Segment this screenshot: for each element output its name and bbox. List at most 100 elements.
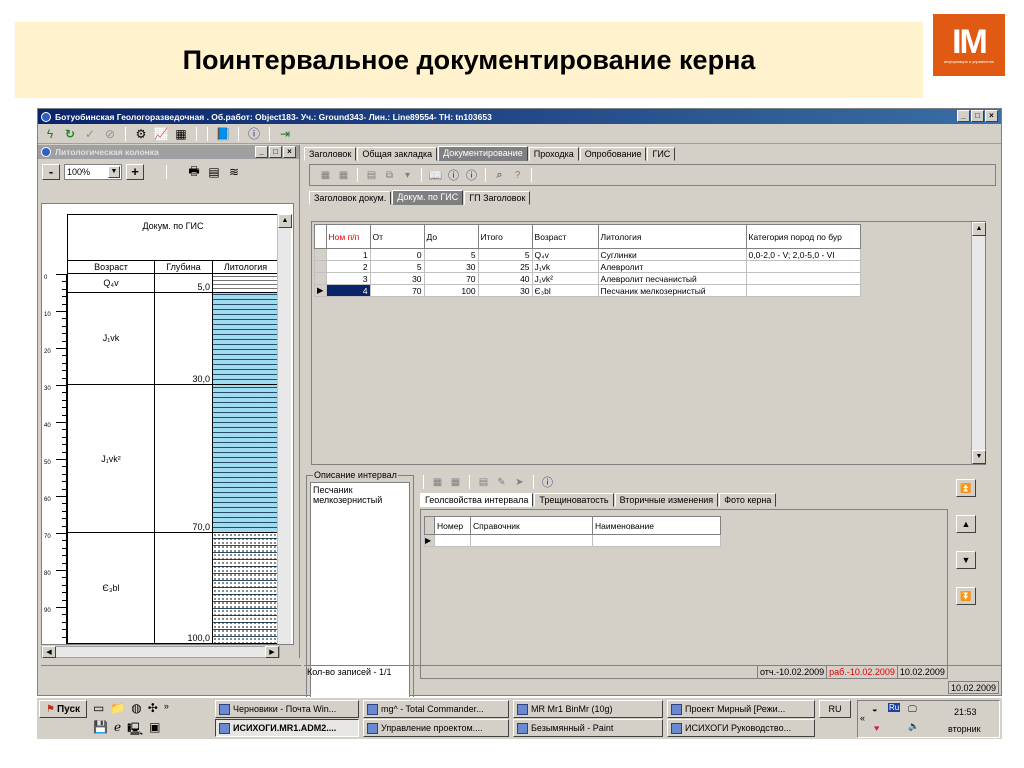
heart-icon[interactable]: ♥ bbox=[874, 723, 879, 733]
window-titlebar[interactable]: Ботуобинская Геологоразведочная . Об.раб… bbox=[38, 109, 1001, 124]
network-icon[interactable]: ◒ bbox=[872, 704, 877, 714]
tab-документирование[interactable]: Документирование bbox=[438, 146, 528, 161]
info-icon[interactable]: ⓘ bbox=[540, 476, 555, 489]
taskbar-task[interactable]: Черновики - Почта Win... bbox=[215, 700, 359, 718]
detail-tab-трещиноватость[interactable]: Трещиноватость bbox=[534, 493, 614, 507]
table-row[interactable]: ▶ bbox=[424, 534, 721, 547]
subgrid-column-header[interactable]: Справочник bbox=[470, 516, 593, 535]
detail-tab-геолсвойства-интервала[interactable]: Геолсвойства интервала bbox=[420, 493, 534, 507]
grid-cell[interactable]: 4 bbox=[325, 284, 371, 297]
table-row[interactable]: 3 30 70 40 J₁vk² Алевролит песчанистый bbox=[314, 272, 861, 285]
scroll-up-icon[interactable]: ▲ bbox=[972, 222, 986, 236]
tools-icon[interactable]: ⚙ bbox=[133, 126, 149, 142]
tab-общая-закладка[interactable]: Общая закладка bbox=[357, 147, 438, 161]
table-row[interactable]: ▶ 4 70 100 30 Є₃bl Песчаник мелкозернистый bbox=[314, 284, 861, 297]
grid-cell[interactable]: 70 bbox=[423, 272, 479, 285]
grid-cell[interactable]: Суглинки bbox=[597, 248, 747, 261]
prev-record-button[interactable]: ▲ bbox=[956, 515, 976, 533]
grid-cell[interactable] bbox=[745, 260, 861, 273]
grid-vscroll[interactable]: ▲ ▼ bbox=[971, 222, 986, 464]
taskbar-task[interactable]: MR Mr1 BinMr (10g) bbox=[513, 700, 663, 718]
globe-icon[interactable]: ◍ bbox=[131, 701, 141, 715]
folder-icon[interactable]: 📁 bbox=[110, 701, 125, 715]
grid-cell[interactable]: 0 bbox=[369, 248, 425, 261]
layer-lithology-pattern[interactable] bbox=[213, 274, 279, 293]
layers-icon[interactable]: ≋ bbox=[226, 164, 242, 180]
lightning-icon[interactable]: ϟ bbox=[42, 126, 58, 142]
cancel-icon[interactable]: ⊘ bbox=[102, 126, 118, 142]
help-book-icon[interactable]: 📘 bbox=[215, 126, 231, 142]
grid-cell[interactable]: 5 bbox=[477, 248, 533, 261]
grid-cell[interactable]: Є₃bl bbox=[531, 284, 599, 297]
subgrid-column-header[interactable]: Номер bbox=[434, 516, 471, 535]
grid-delete-icon[interactable]: ▦ bbox=[448, 476, 463, 489]
panel-minimize-button[interactable]: _ bbox=[255, 146, 268, 158]
dropdown-icon[interactable]: ▾ bbox=[400, 169, 415, 182]
detail-tab-фото-керна[interactable]: Фото керна bbox=[719, 493, 777, 507]
print-preview-icon[interactable]: ▤ bbox=[206, 164, 222, 180]
subtab-заголовок-докум-[interactable]: Заголовок докум. bbox=[309, 191, 392, 205]
layer-age-cell[interactable]: J₁vk bbox=[67, 292, 155, 385]
grid-edit-icon[interactable]: ▤ bbox=[476, 476, 491, 489]
taskbar-task[interactable]: ИСИХОГИ.MR1.ADM2.... bbox=[215, 719, 359, 737]
info-back-icon[interactable]: ⓘ bbox=[446, 169, 461, 182]
grid-cell[interactable]: 40 bbox=[477, 272, 533, 285]
close-button[interactable]: × bbox=[985, 110, 998, 122]
scroll-down-icon[interactable]: ▼ bbox=[972, 450, 986, 464]
layer-age-cell[interactable]: Є₃bl bbox=[67, 533, 155, 644]
minimize-button[interactable]: _ bbox=[957, 110, 970, 122]
layer-age-cell[interactable]: J₁vk² bbox=[67, 385, 155, 533]
next-record-button[interactable]: ▼ bbox=[956, 551, 976, 569]
panel-close-button[interactable]: × bbox=[283, 146, 296, 158]
grid-cell[interactable]: 0,0-2,0 - V; 2,0-5,0 - VI bbox=[745, 248, 861, 261]
taskbar-task[interactable]: Безымянный - Paint bbox=[513, 719, 663, 737]
tab-гис[interactable]: ГИС bbox=[647, 147, 676, 161]
row-indicator[interactable] bbox=[314, 260, 327, 273]
exit-door-icon[interactable]: ⇥ bbox=[277, 126, 293, 142]
grid-cell[interactable] bbox=[745, 272, 861, 285]
info-icon[interactable]: ⓘ bbox=[464, 169, 479, 182]
pencil-icon[interactable]: ✎ bbox=[494, 476, 509, 489]
grid-column-header[interactable]: Итого bbox=[477, 224, 533, 249]
grid-delete-icon[interactable]: ▦ bbox=[336, 169, 351, 182]
chevron-down-icon[interactable]: ▼ bbox=[108, 166, 120, 178]
grid-column-header[interactable]: Категория пород по бур bbox=[745, 224, 861, 249]
binoculars-icon[interactable]: ⌕ bbox=[492, 169, 507, 182]
filter-icon[interactable]: ? bbox=[510, 169, 525, 182]
grid-edit-icon[interactable]: ▤ bbox=[364, 169, 379, 182]
row-indicator[interactable] bbox=[314, 248, 327, 261]
book-icon[interactable]: 📖 bbox=[428, 169, 443, 182]
refresh-icon[interactable]: ↻ bbox=[62, 126, 78, 142]
taskbar-task[interactable]: mg^ - Total Commander... bbox=[363, 700, 509, 718]
puzzle-icon[interactable]: ✣ bbox=[148, 701, 158, 715]
grid-add-icon[interactable]: ▦ bbox=[430, 476, 445, 489]
window-icon[interactable]: ▣ bbox=[149, 720, 160, 741]
grid-column-header[interactable]: Литология bbox=[597, 224, 747, 249]
grid-cell[interactable]: Алевролит песчанистый bbox=[597, 272, 747, 285]
clock-time[interactable]: 21:53 bbox=[954, 707, 977, 717]
grid-cell[interactable] bbox=[592, 534, 721, 547]
taskbar-task[interactable]: Управление проектом.... bbox=[363, 719, 509, 737]
taskbar-task[interactable]: ИСИХОГИ Руководство... bbox=[667, 719, 815, 737]
tray-chevron-icon[interactable]: « bbox=[860, 713, 865, 723]
ie-icon[interactable]: ℯ bbox=[114, 720, 121, 741]
panel-maximize-button[interactable]: □ bbox=[269, 146, 282, 158]
scroll-up-icon[interactable]: ▲ bbox=[278, 214, 292, 228]
tab-проходка[interactable]: Проходка bbox=[528, 147, 579, 161]
detail-tab-вторичные-изменения[interactable]: Вторичные изменения bbox=[614, 493, 719, 507]
grid-cell[interactable]: 30 bbox=[369, 272, 425, 285]
grid-cell[interactable]: 3 bbox=[325, 272, 371, 285]
volume-icon[interactable]: 🔈 bbox=[908, 721, 919, 732]
grid-column-header[interactable]: Ном п/п bbox=[325, 224, 371, 249]
check-icon[interactable]: ✓ bbox=[82, 126, 98, 142]
grid-cell[interactable]: 30 bbox=[423, 260, 479, 273]
zoom-in-button[interactable]: + bbox=[126, 164, 144, 180]
grid-cell[interactable]: 1 bbox=[325, 248, 371, 261]
copy-icon[interactable]: ⧉ bbox=[382, 169, 397, 182]
grid-cell[interactable]: J₁vk² bbox=[531, 272, 599, 285]
grid-column-header[interactable]: До bbox=[423, 224, 479, 249]
layer-age-cell[interactable]: Q₄v bbox=[67, 274, 155, 293]
save-icon[interactable]: 💾 bbox=[93, 720, 108, 741]
grid-cell[interactable]: 100 bbox=[423, 284, 479, 297]
grid-cell[interactable]: 2 bbox=[325, 260, 371, 273]
